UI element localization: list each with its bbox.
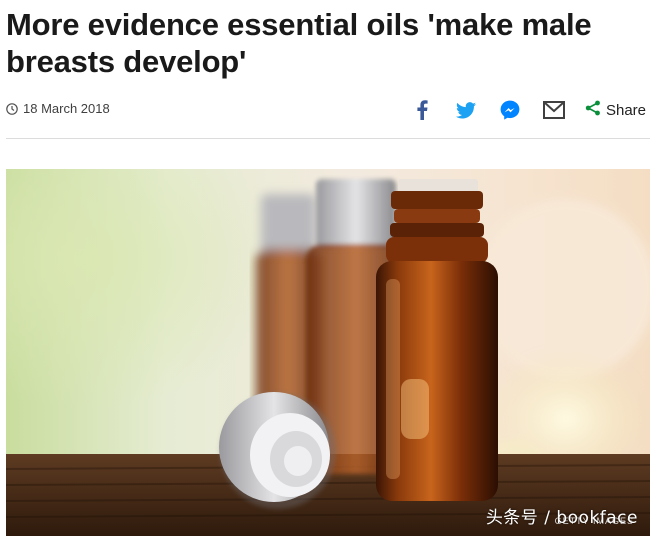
share-button[interactable]: Share [585, 100, 646, 120]
share-icon [585, 100, 601, 120]
email-icon[interactable] [541, 97, 567, 123]
publish-date-text: 18 March 2018 [23, 101, 110, 116]
messenger-icon[interactable] [497, 97, 523, 123]
share-toolbar: Share [391, 92, 646, 128]
article-meta: 18 March 2018 Share [6, 92, 646, 128]
article-image: GETTY IMAGES 头条号 / bookface [6, 169, 650, 536]
meta-divider [6, 138, 650, 139]
share-label: Share [605, 101, 646, 119]
essential-oil-bottles-photo [6, 169, 650, 536]
publish-date: 18 March 2018 [6, 101, 110, 116]
facebook-icon[interactable] [409, 97, 435, 123]
twitter-icon[interactable] [453, 97, 479, 123]
article-headline: More evidence essential oils 'make male … [6, 7, 592, 79]
watermark: 头条号 / bookface [485, 508, 638, 528]
clock-icon [6, 102, 18, 115]
